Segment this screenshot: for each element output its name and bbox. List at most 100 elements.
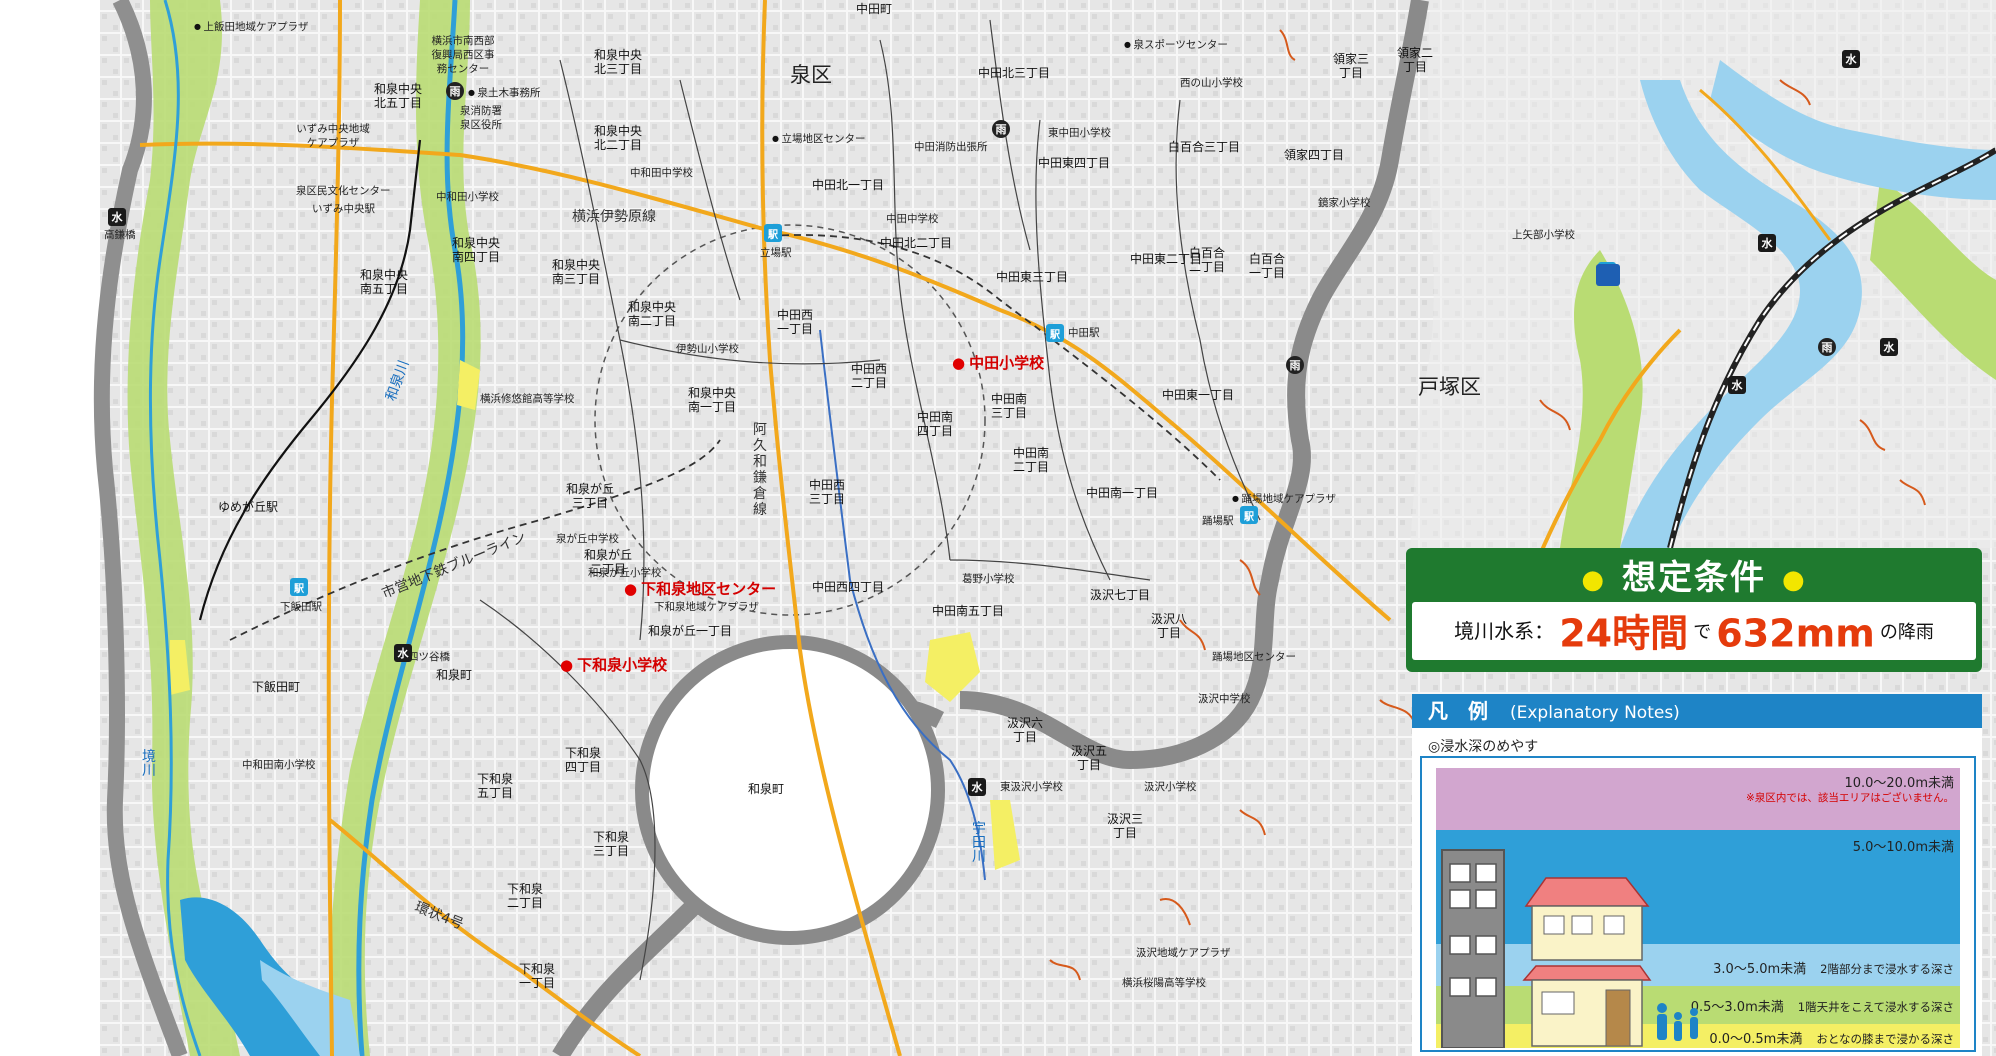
condition-suffix: の降雨 [1879, 622, 1934, 643]
facility-label: 泉消防署 [460, 105, 502, 117]
highlight-point-nakada-es[interactable]: 中田小学校 [952, 356, 1044, 371]
facility-label: 汲沢小学校 [1144, 781, 1197, 793]
district-label: 和泉中央北三丁目 [593, 48, 642, 76]
water-level-icon[interactable]: 水 [1728, 376, 1746, 394]
facility-label: 東汲沢小学校 [1000, 781, 1063, 793]
water-level-icon[interactable]: 水 [1842, 50, 1860, 68]
district-label: 和泉中央北五丁目 [373, 82, 422, 110]
district-label: 汲沢五丁目 [1070, 744, 1107, 772]
facility-label: 鏡家小学校 [1318, 197, 1371, 209]
district-label: 汲沢三丁目 [1106, 812, 1143, 840]
condition-hours: 24時間 [1559, 611, 1689, 656]
highlight-point-shimo-center[interactable]: 下和泉地区センター [624, 582, 776, 597]
facility-label: 横浜修悠館高等学校 [480, 393, 575, 405]
station-icon[interactable]: 駅 [1046, 324, 1064, 342]
water-level-icon[interactable]: 水 [108, 208, 126, 226]
station-label: 踊場駅 [1202, 515, 1234, 527]
water-level-icon[interactable]: 水 [394, 644, 412, 662]
condition-title-text: 想定条件 [1622, 558, 1766, 598]
facility-label: 四ツ谷橋 [408, 651, 450, 663]
district-label: 下和泉三丁目 [592, 830, 629, 858]
facility-label: 中和田中学校 [630, 167, 693, 179]
district-label: 下飯田町 [252, 680, 301, 694]
location-marker-icon[interactable] [1596, 264, 1620, 286]
legend-title: 凡 例 [1428, 699, 1488, 723]
facility-label: いずみ中央地域ケアプラザ [296, 123, 370, 149]
district-label: 和泉が丘三丁目 [565, 482, 614, 510]
district-label: 領家三丁目 [1332, 52, 1369, 80]
district-label: 汲沢六丁目 [1006, 716, 1043, 744]
station-label: 立場駅 [760, 247, 792, 259]
condition-amount: 632mm [1716, 611, 1875, 656]
legend-band-desc: 2階部分まで浸水する深さ [1820, 962, 1954, 976]
road-label-ise: 横浜伊勢原線 [572, 209, 656, 225]
legend-panel: 凡 例 (Explanatory Notes) ◎浸水深のめやす 10.0～20.… [1412, 694, 1982, 1056]
district-label: 中田西三丁目 [808, 478, 845, 506]
district-label: 白百合二丁目 [1188, 246, 1225, 274]
legend-band-range: 10.0～20.0m未満 [1844, 776, 1954, 791]
district-label: 汲沢七丁目 [1090, 588, 1151, 602]
legend-subtitle: ◎浸水深のめやす [1428, 739, 1539, 755]
facility-label: 下和泉地域ケアプラザ [654, 601, 759, 613]
rain-gauge-icon[interactable]: 雨 [1818, 338, 1836, 356]
station-icon[interactable]: 駅 [1240, 506, 1258, 524]
station-icon[interactable]: 駅 [764, 224, 782, 242]
facility-label: いずみ中央駅 [312, 203, 375, 215]
facility-label: 西の山小学校 [1180, 77, 1243, 89]
water-level-icon[interactable]: 水 [1880, 338, 1898, 356]
rain-gauge-icon[interactable]: 雨 [446, 82, 464, 100]
facility-label: 泉スポーツセンター [1124, 38, 1228, 52]
water-level-icon[interactable]: 水 [968, 778, 986, 796]
station-label: 下飯田駅 [280, 601, 322, 613]
condition-body: 境川水系： 24時間 で 632mm の降雨 [1412, 602, 1976, 660]
legend-band-desc: 1階天井をこえて浸水する深さ [1797, 1000, 1954, 1014]
condition-mid: で [1693, 622, 1712, 643]
district-label: 中田北三丁目 [978, 66, 1051, 80]
district-label: 中田東三丁目 [996, 270, 1069, 284]
condition-prefix: 境川水系： [1454, 619, 1555, 643]
district-label: 和泉中央南二丁目 [627, 300, 676, 328]
hazard-map[interactable]: 泉区 戸塚区 中田小学校 下和泉地区センター 下和泉小学校 横浜伊勢原線 市営地… [0, 0, 1996, 1056]
highlight-point-shimo-es[interactable]: 下和泉小学校 [560, 658, 667, 673]
rain-gauge-icon[interactable]: 雨 [992, 120, 1010, 138]
legend-band-10-20m: 10.0～20.0m未満 ※泉区内では、該当エリアはございません。 [1436, 768, 1960, 830]
large-circle-area [635, 635, 945, 945]
district-label: 白百合一丁目 [1248, 252, 1285, 280]
facility-label: 泉区民文化センター [296, 185, 391, 197]
facility-label: 泉が丘中学校 [556, 533, 619, 545]
facility-label: 伊勢山小学校 [676, 343, 739, 355]
facility-label: 踊場地区センター [1212, 651, 1296, 663]
facility-label: 東中田小学校 [1048, 127, 1111, 139]
legend-depth-box: 10.0～20.0m未満 ※泉区内では、該当エリアはございません。 5.0～10… [1420, 756, 1976, 1052]
district-label: 下和泉一丁目 [518, 962, 555, 990]
facility-label: 和泉が丘小学校 [588, 567, 662, 579]
facility-label: 踊場地域ケアプラザ [1232, 492, 1337, 506]
station-label: ゆめが丘駅 [218, 500, 279, 514]
facility-label: 中和田小学校 [436, 191, 499, 203]
district-label: 中田南三丁目 [990, 392, 1027, 420]
district-label: 中田北二丁目 [880, 236, 953, 250]
facility-label: 葛野小学校 [962, 573, 1015, 585]
district-label: 和泉中央南三丁目 [551, 258, 600, 286]
district-label: 中田南二丁目 [1012, 446, 1049, 474]
district-label: 和泉町 [748, 782, 785, 796]
district-label: 下和泉二丁目 [506, 882, 543, 910]
district-label: 和泉中央北二丁目 [593, 124, 642, 152]
ward-label-izumi: 泉区 [790, 63, 832, 87]
bullet-icon: ● [1782, 564, 1807, 595]
district-label: 下和泉五丁目 [476, 772, 513, 800]
district-label: 白百合三丁目 [1168, 140, 1241, 154]
facility-label: 上飯田地域ケアプラザ [194, 20, 309, 34]
rain-gauge-icon[interactable]: 雨 [1286, 356, 1304, 374]
district-label: 下和泉四丁目 [564, 746, 601, 774]
facility-label: 汲沢地域ケアプラザ [1136, 947, 1231, 959]
facility-label: 汲沢中学校 [1198, 693, 1251, 705]
building-icon [1441, 849, 1505, 1048]
facility-label: 中田消防出張所 [914, 141, 988, 153]
station-icon[interactable]: 駅 [290, 578, 308, 596]
water-level-icon[interactable]: 水 [1758, 234, 1776, 252]
facility-label: 立場地区センター [772, 132, 866, 146]
district-label: 中田南四丁目 [916, 410, 953, 438]
district-label: 領家二丁目 [1396, 46, 1433, 74]
legend-title-en: (Explanatory Notes) [1510, 703, 1680, 723]
